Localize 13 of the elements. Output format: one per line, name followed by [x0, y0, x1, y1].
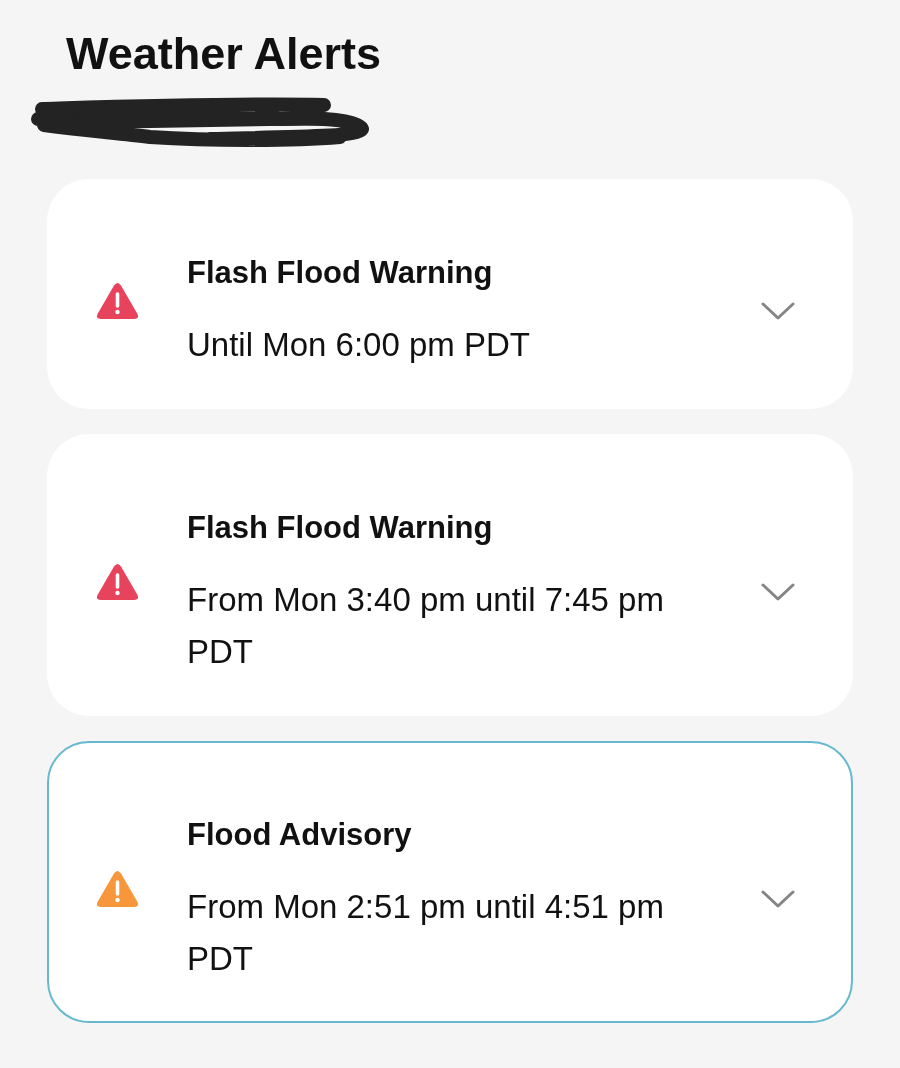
alert-time: From Mon 2:51 pm until 4:51 pm PDT	[187, 887, 665, 979]
alert-title: Flash Flood Warning	[187, 254, 494, 292]
alert-time: Until Mon 6:00 pm PDT	[187, 325, 531, 365]
alert-title: Flood Advisory	[187, 816, 413, 854]
alert-title: Flash Flood Warning	[187, 509, 494, 547]
page-title: Weather Alerts	[66, 27, 382, 81]
alert-card[interactable]: Flash Flood Warning Until Mon 6:00 pm PDT	[47, 179, 853, 409]
chevron-down-icon[interactable]	[760, 889, 796, 909]
chevron-down-icon[interactable]	[760, 301, 796, 321]
chevron-down-icon[interactable]	[760, 582, 796, 602]
alert-card[interactable]: Flood Advisory From Mon 2:51 pm until 4:51 pm PDT	[47, 741, 853, 1023]
alert-time: From Mon 3:40 pm until 7:45 pm PDT	[187, 580, 665, 672]
alert-card[interactable]: Flash Flood Warning From Mon 3:40 pm until 7:45 pm PDT	[47, 434, 853, 716]
